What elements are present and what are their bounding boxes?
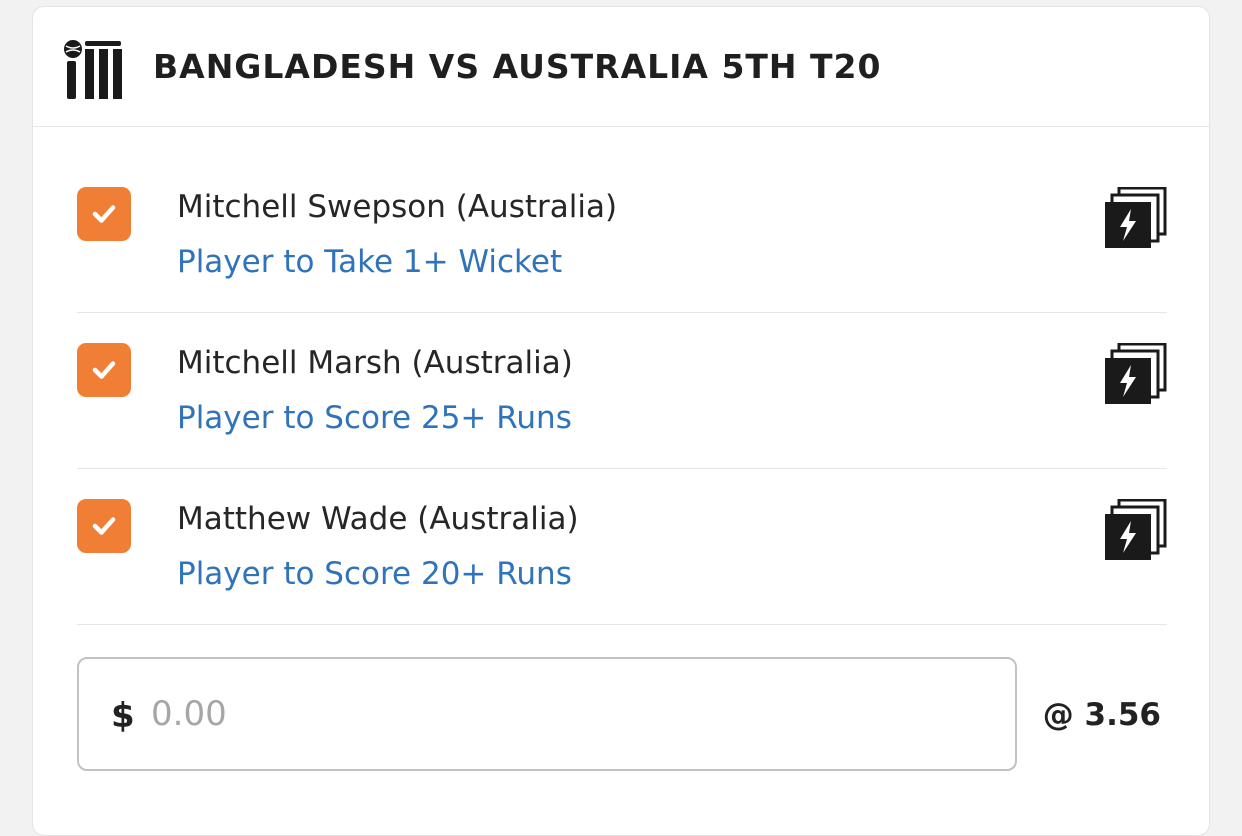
selection-checkbox[interactable] <box>77 343 131 397</box>
selection-checkbox[interactable] <box>77 187 131 241</box>
bet-slip-card: BANGLADESH VS AUSTRALIA 5TH T20 Mitchell… <box>32 6 1210 836</box>
selection-player: Matthew Wade (Australia) <box>177 501 579 537</box>
selection-market-link[interactable]: Player to Score 25+ Runs <box>177 400 572 436</box>
checkmark-icon <box>92 205 116 223</box>
checkmark-icon <box>92 361 116 379</box>
cricket-icon <box>64 40 122 99</box>
selection-market-link[interactable]: Player to Score 20+ Runs <box>177 556 572 592</box>
selection-row: Mitchell Marsh (Australia) Player to Sco… <box>77 313 1167 469</box>
same-game-multi-boost-icon[interactable] <box>1105 187 1167 249</box>
event-title: BANGLADESH VS AUSTRALIA 5TH T20 <box>153 47 882 86</box>
checkmark-icon <box>92 517 116 535</box>
selection-player: Mitchell Swepson (Australia) <box>177 189 618 225</box>
selection-checkbox[interactable] <box>77 499 131 553</box>
stake-input[interactable] <box>151 683 971 745</box>
selection-row: Mitchell Swepson (Australia) Player to T… <box>77 157 1167 313</box>
selection-row: Matthew Wade (Australia) Player to Score… <box>77 469 1167 625</box>
selection-player: Mitchell Marsh (Australia) <box>177 345 573 381</box>
currency-symbol: $ <box>111 696 135 736</box>
stake-field[interactable]: $ <box>77 657 1017 771</box>
combined-odds: @ 3.56 <box>1042 697 1161 733</box>
same-game-multi-boost-icon[interactable] <box>1105 499 1167 561</box>
same-game-multi-boost-icon[interactable] <box>1105 343 1167 405</box>
event-header: BANGLADESH VS AUSTRALIA 5TH T20 <box>33 7 1209 127</box>
selection-market-link[interactable]: Player to Take 1+ Wicket <box>177 244 562 280</box>
